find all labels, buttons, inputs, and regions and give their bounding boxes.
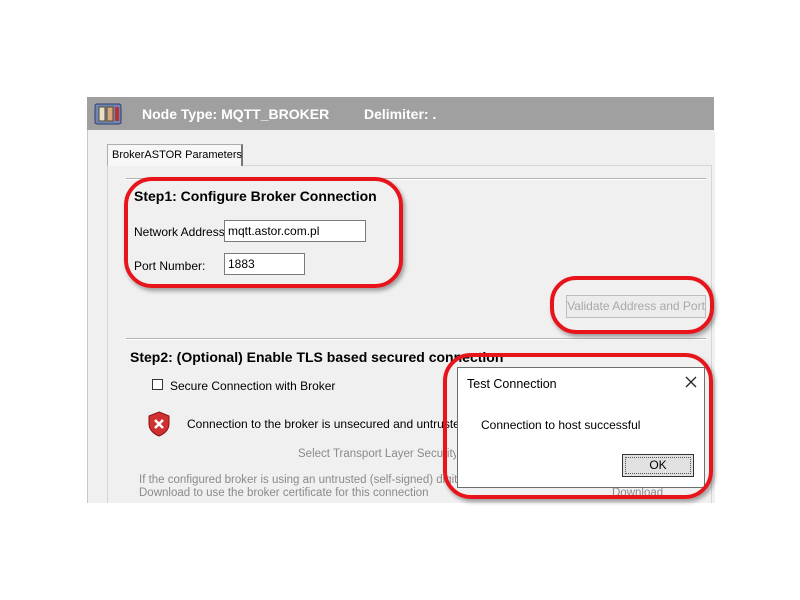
annotation-validate-button [550,276,714,334]
node-type-label: Node Type: MQTT_BROKER [142,106,330,122]
shield-x-icon [148,411,170,437]
tab-broker-parameters[interactable]: BrokerASTOR Parameters [107,144,243,166]
annotation-dialog [443,353,713,499]
secure-connection-label: Secure Connection with Broker [170,379,336,393]
security-status-text: Connection to the broker is unsecured an… [187,417,470,431]
certificate-info-line2: Download to use the broker certificate f… [139,487,429,499]
node-config-icon [94,101,122,126]
delimiter-label: Delimiter: . [364,106,437,122]
certificate-info-line1: If the configured broker is using an unt… [139,474,457,486]
tls-select-text: Select Transport Layer Security (TLS) [298,448,456,460]
annotation-step1 [124,177,403,288]
step2-title: Step2: (Optional) Enable TLS based secur… [130,349,504,365]
secure-connection-checkbox[interactable] [152,379,163,390]
step2-separator [126,338,706,340]
